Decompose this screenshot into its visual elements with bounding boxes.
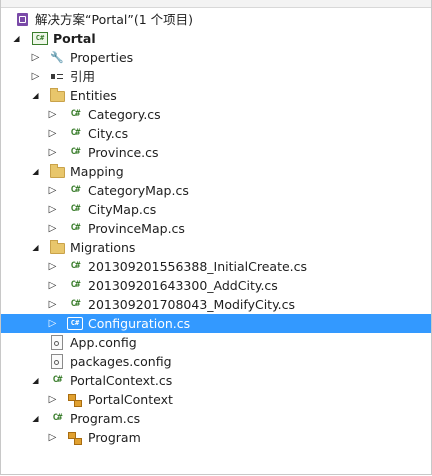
csharp-file-icon [67, 314, 83, 333]
file-label: City.cs [88, 126, 129, 141]
file-label: 201309201556388_InitialCreate.cs [88, 259, 308, 274]
tree-item-file-selected[interactable]: Configuration.cs [1, 314, 431, 333]
references-label: 引用 [70, 69, 96, 84]
tree-item-file[interactable]: ProvinceMap.cs [1, 219, 431, 238]
file-label: PortalContext.cs [70, 373, 173, 388]
file-label: Program.cs [70, 411, 141, 426]
tree-item-folder-migrations[interactable]: Migrations [1, 238, 431, 257]
tree-item-file[interactable]: Province.cs [1, 143, 431, 162]
tree-item-file[interactable]: 201309201556388_InitialCreate.cs [1, 257, 431, 276]
class-icon [67, 390, 83, 409]
folder-open-icon [49, 86, 65, 105]
class-icon [67, 428, 83, 447]
collapse-toggle-icon[interactable] [48, 124, 57, 143]
folder-label: Entities [70, 88, 117, 103]
collapse-toggle-icon[interactable] [48, 105, 57, 124]
folder-open-icon [49, 162, 65, 181]
collapse-toggle-icon[interactable] [48, 257, 57, 276]
collapse-toggle-icon[interactable] [31, 67, 40, 86]
solution-icon [14, 10, 30, 29]
folder-label: Migrations [70, 240, 136, 255]
tree-item-file[interactable]: City.cs [1, 124, 431, 143]
class-label: PortalContext [88, 392, 173, 407]
expand-toggle-icon[interactable] [31, 409, 40, 428]
top-edge [1, 0, 431, 8]
collapse-toggle-icon[interactable] [48, 143, 57, 162]
tree-item-portal-context-file[interactable]: PortalContext.cs [1, 371, 431, 390]
csharp-project-icon [32, 29, 48, 48]
collapse-toggle-icon[interactable] [48, 314, 57, 333]
expand-toggle-icon[interactable] [31, 86, 40, 105]
csharp-file-icon [67, 257, 83, 276]
folder-open-icon [49, 238, 65, 257]
solution-tree: 解决方案“Portal”(1 个项目) Portal Properties 引用… [1, 10, 431, 447]
collapse-toggle-icon[interactable] [48, 219, 57, 238]
csharp-file-icon [67, 181, 83, 200]
properties-label: Properties [70, 50, 134, 65]
class-label: Program [88, 430, 141, 445]
file-label: packages.config [70, 354, 172, 369]
folder-label: Mapping [70, 164, 124, 179]
config-file-icon [49, 333, 65, 352]
tree-item-program-class[interactable]: Program [1, 428, 431, 447]
expand-toggle-icon[interactable] [31, 371, 40, 390]
file-label: Province.cs [88, 145, 159, 160]
collapse-toggle-icon[interactable] [48, 181, 57, 200]
csharp-file-icon [67, 200, 83, 219]
file-label: CityMap.cs [88, 202, 157, 217]
wrench-icon [49, 48, 65, 67]
solution-label: 解决方案“Portal”(1 个项目) [35, 12, 194, 27]
tree-item-packages-config[interactable]: packages.config [1, 352, 431, 371]
tree-item-file[interactable]: Category.cs [1, 105, 431, 124]
project-label: Portal [53, 31, 96, 46]
tree-item-file[interactable]: CityMap.cs [1, 200, 431, 219]
expand-toggle-icon[interactable] [12, 29, 21, 48]
tree-item-properties[interactable]: Properties [1, 48, 431, 67]
file-label: App.config [70, 335, 137, 350]
tree-item-solution[interactable]: 解决方案“Portal”(1 个项目) [1, 10, 431, 29]
file-label: 201309201643300_AddCity.cs [88, 278, 278, 293]
tree-item-file[interactable]: 201309201708043_ModifyCity.cs [1, 295, 431, 314]
file-label: 201309201708043_ModifyCity.cs [88, 297, 296, 312]
collapse-toggle-icon[interactable] [48, 200, 57, 219]
file-label: CategoryMap.cs [88, 183, 189, 198]
references-icon [49, 67, 65, 86]
collapse-toggle-icon[interactable] [48, 295, 57, 314]
solution-explorer: 解决方案“Portal”(1 个项目) Portal Properties 引用… [0, 0, 432, 475]
file-label: ProvinceMap.cs [88, 221, 185, 236]
csharp-file-icon [67, 105, 83, 124]
config-file-icon [49, 352, 65, 371]
csharp-file-icon [49, 371, 65, 390]
csharp-file-icon [67, 124, 83, 143]
collapse-toggle-icon[interactable] [31, 48, 40, 67]
file-label: Category.cs [88, 107, 161, 122]
csharp-file-icon [67, 295, 83, 314]
file-label: Configuration.cs [88, 316, 191, 331]
expand-toggle-icon[interactable] [31, 238, 40, 257]
collapse-toggle-icon[interactable] [48, 276, 57, 295]
tree-item-project-portal[interactable]: Portal [1, 29, 431, 48]
tree-item-file[interactable]: 201309201643300_AddCity.cs [1, 276, 431, 295]
tree-item-references[interactable]: 引用 [1, 67, 431, 86]
tree-item-folder-entities[interactable]: Entities [1, 86, 431, 105]
tree-item-portal-context-class[interactable]: PortalContext [1, 390, 431, 409]
tree-item-file[interactable]: CategoryMap.cs [1, 181, 431, 200]
csharp-file-icon [67, 219, 83, 238]
tree-item-app-config[interactable]: App.config [1, 333, 431, 352]
tree-item-folder-mapping[interactable]: Mapping [1, 162, 431, 181]
expand-toggle-icon[interactable] [31, 162, 40, 181]
csharp-file-icon [67, 276, 83, 295]
csharp-file-icon [67, 143, 83, 162]
tree-item-program-file[interactable]: Program.cs [1, 409, 431, 428]
csharp-file-icon [49, 409, 65, 428]
collapse-toggle-icon[interactable] [48, 390, 57, 409]
collapse-toggle-icon[interactable] [48, 428, 57, 447]
